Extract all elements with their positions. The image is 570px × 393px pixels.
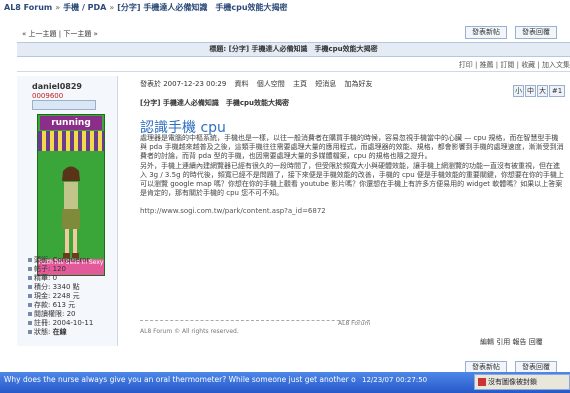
avatar-pattern	[38, 131, 104, 151]
favorite-link[interactable]: 收藏	[521, 61, 535, 69]
profile-link[interactable]: 資料	[235, 80, 249, 88]
profile-row: 狀態: 在線	[28, 328, 93, 337]
subscribe-link[interactable]: 訂閱	[500, 61, 514, 69]
breadcrumb-forum[interactable]: AL8 Forum	[4, 3, 52, 12]
profile-row: 帖子: 120	[28, 265, 93, 274]
avatar-logo: running	[40, 116, 102, 130]
homepage-link[interactable]: 主頁	[293, 80, 307, 88]
status-tray: 沒有圖像被封鎖	[474, 374, 570, 390]
breadcrumb-thread: [分字] 手機達人必備知識 手機cpu效能大揭密	[117, 3, 288, 12]
signature-brand: AL8 Forum	[338, 320, 371, 327]
message-link[interactable]: 短消息	[315, 80, 336, 88]
profile-row: 精華: 0	[28, 274, 93, 283]
reply-button[interactable]: 發表回覆	[515, 26, 557, 39]
source-link[interactable]: http://www.sogi.com.tw/park/content.asp?…	[140, 207, 326, 215]
post-paragraph-1: 處理器是電腦的中樞系統，手機也是一樣，以往一般消費者在購買手機的時候，容易忽視手…	[140, 134, 564, 160]
post-number[interactable]: #1	[549, 85, 565, 97]
status-message: 沒有圖像被封鎖	[488, 378, 537, 386]
print-link[interactable]: 打印	[459, 61, 473, 69]
clock: 12/23/07 00:27:50	[362, 376, 428, 384]
report-link[interactable]: 報告	[512, 338, 526, 346]
profile-row: 存款: 613 元	[28, 301, 93, 310]
post-date: 發表於 2007-12-23 00:29	[140, 80, 227, 88]
font-medium-button[interactable]: 中	[525, 85, 536, 97]
add-friend-link[interactable]: 加為好友	[344, 80, 372, 88]
post-actions: 編輯 引用 報告 回覆	[480, 338, 543, 347]
new-thread-button[interactable]: 發表新帖	[465, 26, 507, 39]
quote-link[interactable]: 引用	[496, 338, 510, 346]
font-size-controls: 小中大 #1	[512, 78, 565, 97]
next-thread-link[interactable]: 下一主題 »	[63, 30, 98, 38]
blocked-image-icon	[478, 378, 486, 386]
recommend-link[interactable]: 推薦	[480, 61, 494, 69]
prev-thread-link[interactable]: « 上一主題	[22, 30, 57, 38]
reply-link[interactable]: 回覆	[529, 338, 543, 346]
breadcrumb-category[interactable]: 手機 / PDA	[63, 3, 106, 12]
news-ticker: Why does the nurse always give you an or…	[4, 375, 356, 384]
font-large-button[interactable]: 大	[537, 85, 548, 97]
post-meta: 發表於 2007-12-23 00:29 資料 個人空間 主頁 短消息 加為好友	[140, 80, 378, 89]
avatar-figure	[62, 166, 80, 258]
profile-row: 積分: 3340 點	[28, 283, 93, 292]
author-profile: 頭銜: Conqueror 帖子: 120 精華: 0 積分: 3340 點 現…	[28, 256, 93, 337]
profile-row: 現金: 2248 元	[28, 292, 93, 301]
author-avatar: running Faith hill Sells In Sexy	[37, 114, 105, 276]
copyright: AL8 Forum © All rights reserved.	[140, 328, 239, 335]
author-id: 0009600	[32, 92, 64, 100]
post-paragraph-2: 另外，手機上連續內建網覽器已經有很久的一段時間了，但受限於頻寬大小與硬體效能，讓…	[140, 162, 564, 197]
author-name[interactable]: daniel0829	[32, 82, 82, 91]
thread-tools: 打印 | 推薦 | 訂閱 | 收藏 | 加入文集	[17, 59, 570, 72]
thread-title-bar: 標題: [分字] 手機達人必備知識 手機cpu效能大揭密	[17, 42, 570, 57]
breadcrumb: AL8 Forum» 手機 / PDA» [分字] 手機達人必備知識 手機cpu效能…	[4, 3, 288, 12]
rank-bar	[32, 100, 96, 110]
signature-divider	[140, 320, 370, 321]
profile-row: 閱讀權限: 20	[28, 310, 93, 319]
thread-nav: « 上一主題 | 下一主題 »	[22, 30, 98, 38]
profile-row: 註冊: 2004-10-11	[28, 319, 93, 328]
profile-row: 頭銜: Conqueror	[28, 256, 93, 265]
add-to-collection-link[interactable]: 加入文集	[542, 61, 570, 69]
space-link[interactable]: 個人空間	[257, 80, 285, 88]
edit-link[interactable]: 編輯	[480, 338, 494, 346]
font-small-button[interactable]: 小	[513, 85, 524, 97]
post-subject: [分字] 手機達人必備知識 手機cpu效能大揭密	[140, 99, 289, 107]
